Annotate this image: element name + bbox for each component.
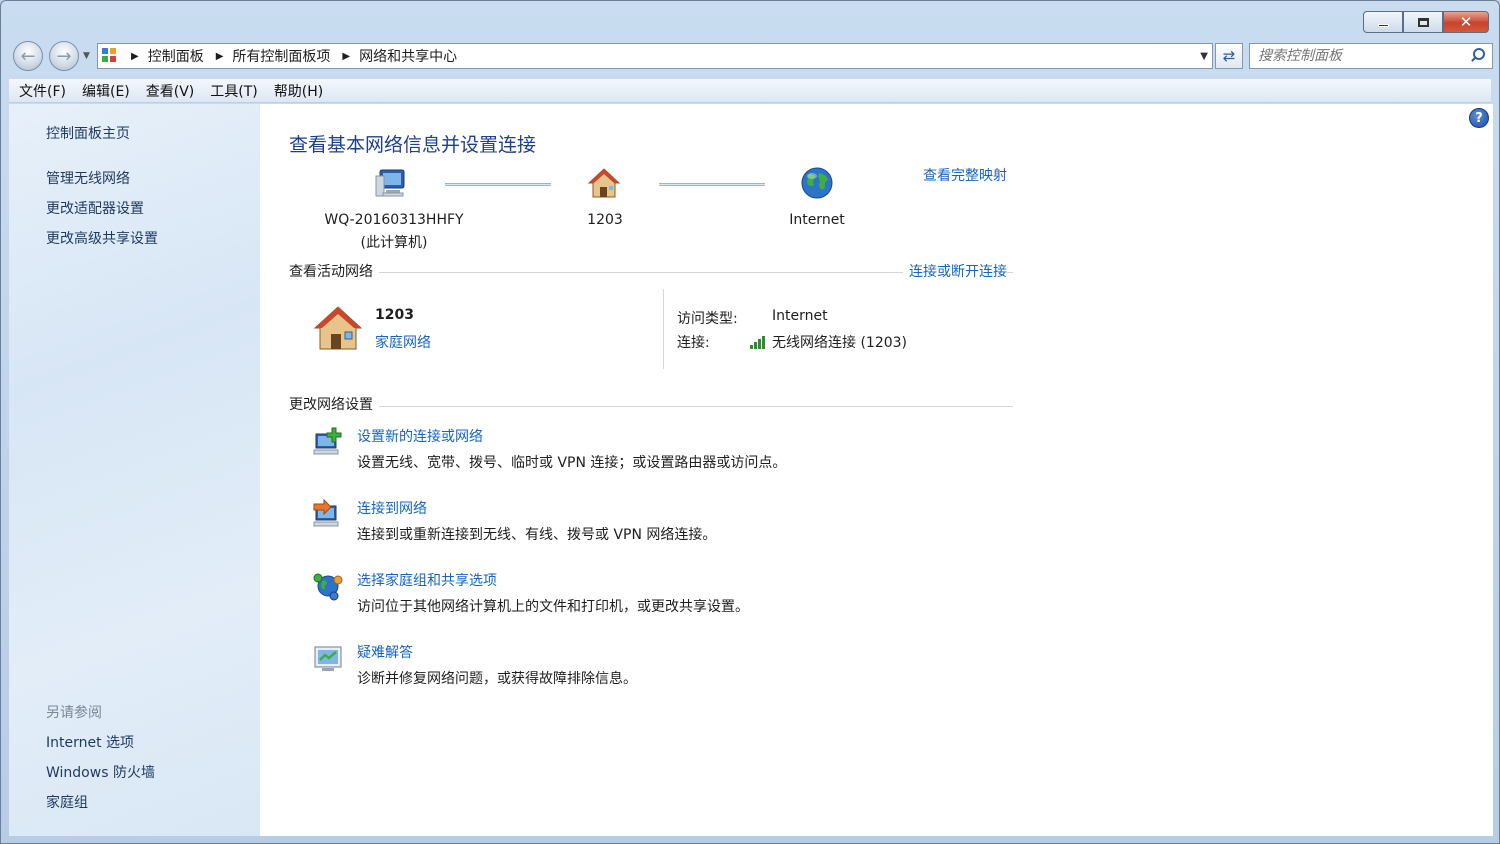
computer-to-network-line <box>445 183 551 186</box>
access-type-label: 访问类型: <box>677 311 738 327</box>
computer-name: WQ-20160313HHFY <box>324 212 464 228</box>
window: ✕ ← → ▼ ▶ 控制面板 ▶ 所有控制面板项 ▶ 网络和共享中心 ▼ ⇄ 搜… <box>0 0 1500 844</box>
menu-tools[interactable]: 工具(T) <box>202 81 265 101</box>
back-button[interactable]: ← <box>13 41 43 71</box>
menu-edit[interactable]: 编辑(E) <box>74 81 138 101</box>
troubleshoot-icon <box>314 646 342 671</box>
task-setup-connection: 设置新的连接或网络 设置无线、宽带、拨号、临时或 VPN 连接；或设置路由器或访… <box>312 426 1012 476</box>
back-arrow-icon: ← <box>20 45 36 67</box>
active-network-name: 1203 <box>375 307 414 323</box>
caption-buttons: ✕ <box>1363 11 1489 33</box>
breadcrumb-arrow-icon[interactable]: ▶ <box>342 51 350 62</box>
minimize-button[interactable] <box>1363 11 1403 33</box>
setup-connection-desc: 设置无线、宽带、拨号、临时或 VPN 连接；或设置路由器或访问点。 <box>357 455 787 471</box>
home-network-icon[interactable] <box>312 304 364 352</box>
maximize-button[interactable] <box>1403 11 1443 33</box>
wireless-signal-icon <box>750 335 768 349</box>
minimize-icon <box>1377 23 1389 27</box>
view-full-map-link[interactable]: 查看完整映射 <box>923 165 1007 185</box>
breadcrumb-arrow-icon[interactable]: ▶ <box>131 51 139 62</box>
homegroup-icon <box>313 573 343 601</box>
setup-connection-icon <box>313 427 342 455</box>
troubleshoot-link[interactable]: 疑难解答 <box>357 642 413 662</box>
main-content: ? 查看基本网络信息并设置连接 查看完整映射 WQ-20160313HHFY (… <box>260 104 1493 836</box>
page-title: 查看基本网络信息并设置连接 <box>289 134 537 156</box>
change-settings-heading: 更改网络设置 <box>289 394 379 414</box>
setup-connection-link[interactable]: 设置新的连接或网络 <box>357 426 483 446</box>
connect-network-link[interactable]: 连接到网络 <box>357 498 427 518</box>
address-bar[interactable]: ▶ 控制面板 ▶ 所有控制面板项 ▶ 网络和共享中心 ▼ <box>97 43 1213 69</box>
forward-button[interactable]: → <box>49 41 79 71</box>
navigation-bar: ← → ▼ ▶ 控制面板 ▶ 所有控制面板项 ▶ 网络和共享中心 ▼ ⇄ <box>9 39 1493 75</box>
computer-icon[interactable] <box>374 166 408 200</box>
sidebar-link-windows-firewall[interactable]: Windows 防火墙 <box>46 762 155 782</box>
network-node-label: 1203 <box>587 212 623 228</box>
sidebar: 控制面板主页 管理无线网络 更改适配器设置 更改高级共享设置 另请参阅 Inte… <box>9 104 260 836</box>
homegroup-sharing-link[interactable]: 选择家庭组和共享选项 <box>357 570 497 590</box>
network-type-link[interactable]: 家庭网络 <box>375 332 431 352</box>
access-type-value: Internet <box>772 308 828 324</box>
recent-pages-dropdown[interactable]: ▼ <box>83 51 90 61</box>
search-icon[interactable] <box>1468 46 1488 66</box>
refresh-button[interactable]: ⇄ <box>1215 43 1243 69</box>
network-to-internet-line <box>659 183 765 186</box>
maximize-icon <box>1417 17 1429 27</box>
task-homegroup-sharing: 选择家庭组和共享选项 访问位于其他网络计算机上的文件和打印机，或更改共享设置。 <box>312 570 1012 620</box>
sidebar-link-adapter-settings[interactable]: 更改适配器设置 <box>46 198 144 218</box>
breadcrumb-all-items[interactable]: 所有控制面板项 <box>232 46 330 66</box>
search-input[interactable] <box>1250 45 1468 67</box>
breadcrumb-arrow-icon[interactable]: ▶ <box>216 51 224 62</box>
close-button[interactable]: ✕ <box>1443 11 1489 33</box>
computer-subtitle: (此计算机) <box>360 235 428 251</box>
sidebar-link-control-panel-home[interactable]: 控制面板主页 <box>46 123 130 143</box>
connection-label: 连接: <box>677 335 710 351</box>
menu-view[interactable]: 查看(V) <box>138 81 203 101</box>
see-also-heading: 另请参阅 <box>46 705 102 721</box>
sidebar-link-internet-options[interactable]: Internet 选项 <box>46 732 134 752</box>
task-troubleshoot: 疑难解答 诊断并修复网络问题，或获得故障排除信息。 <box>312 642 1012 692</box>
menu-help[interactable]: 帮助(H) <box>266 81 331 101</box>
breadcrumb: ▶ 控制面板 ▶ 所有控制面板项 ▶ 网络和共享中心 <box>131 46 469 66</box>
close-icon: ✕ <box>1459 13 1473 31</box>
internet-node-label: Internet <box>789 212 845 228</box>
vertical-divider <box>663 289 664 369</box>
control-panel-icon <box>101 47 121 65</box>
active-networks-heading: 查看活动网络 <box>289 261 379 281</box>
homegroup-sharing-desc: 访问位于其他网络计算机上的文件和打印机，或更改共享设置。 <box>357 599 749 615</box>
sidebar-link-homegroup[interactable]: 家庭组 <box>46 792 88 812</box>
breadcrumb-control-panel[interactable]: 控制面板 <box>148 46 204 66</box>
refresh-icon: ⇄ <box>1222 47 1236 65</box>
sidebar-link-manage-wireless[interactable]: 管理无线网络 <box>46 168 130 188</box>
wireless-connection-link[interactable]: 无线网络连接 (1203) <box>772 332 907 352</box>
connect-network-icon <box>313 498 339 527</box>
address-history-dropdown[interactable]: ▼ <box>1200 51 1208 62</box>
sidebar-link-advanced-sharing[interactable]: 更改高级共享设置 <box>46 228 158 248</box>
breadcrumb-network-center[interactable]: 网络和共享中心 <box>359 46 457 66</box>
connect-disconnect-link[interactable]: 连接或断开连接 <box>903 261 1007 281</box>
help-icon[interactable]: ? <box>1469 108 1489 128</box>
menu-file[interactable]: 文件(F) <box>9 81 74 101</box>
menu-bar: 文件(F) 编辑(E) 查看(V) 工具(T) 帮助(H) <box>9 79 1491 103</box>
search-box[interactable] <box>1249 43 1493 69</box>
globe-icon[interactable] <box>800 166 834 200</box>
house-icon[interactable] <box>587 166 621 200</box>
connect-network-desc: 连接到或重新连接到无线、有线、拨号或 VPN 网络连接。 <box>357 527 717 543</box>
forward-arrow-icon: → <box>56 45 72 67</box>
task-connect-network: 连接到网络 连接到或重新连接到无线、有线、拨号或 VPN 网络连接。 <box>312 498 1012 548</box>
section-divider <box>289 406 1013 407</box>
troubleshoot-desc: 诊断并修复网络问题，或获得故障排除信息。 <box>357 671 637 687</box>
